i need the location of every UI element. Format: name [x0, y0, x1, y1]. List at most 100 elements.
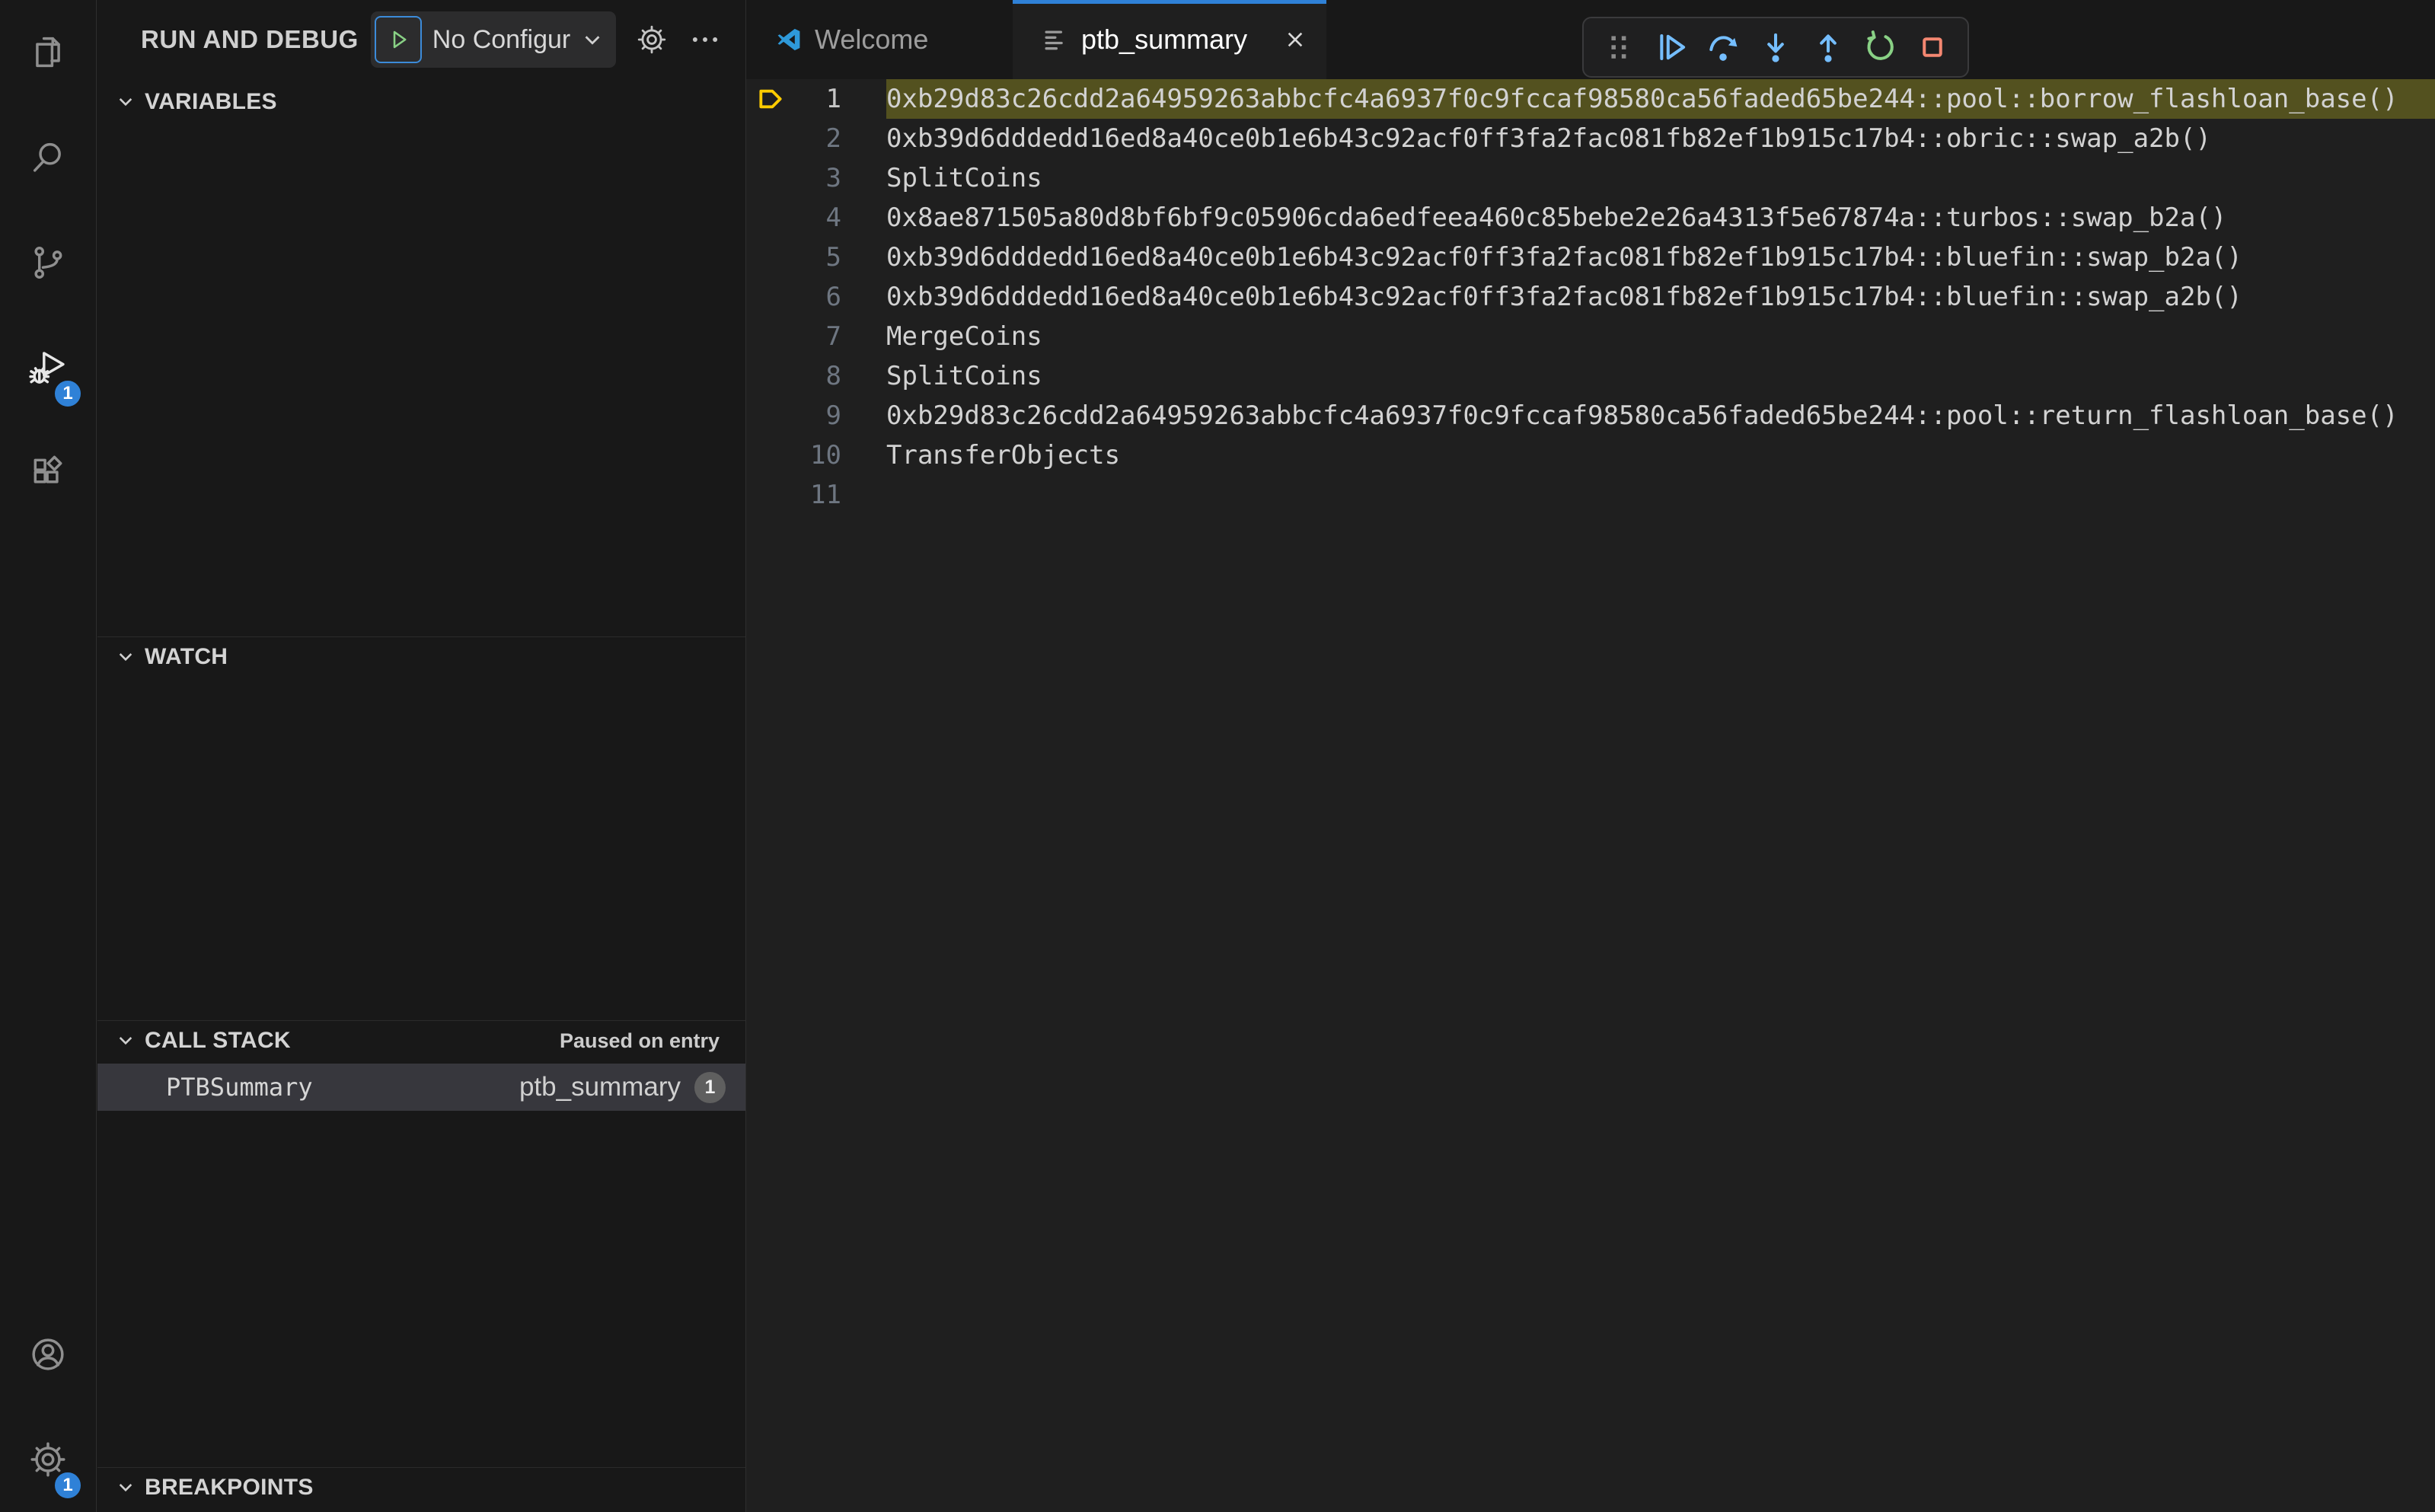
code-line-8[interactable]: 8 SplitCoins [746, 356, 2435, 396]
code-line-3[interactable]: 3 SplitCoins [746, 158, 2435, 198]
step-into-button[interactable] [1757, 29, 1794, 65]
code-line-1[interactable]: 1 0xb29d83c26cdd2a64959263abbcfc4a6937f0c… [746, 79, 2435, 119]
watch-pane: WATCH [97, 636, 745, 1020]
restart-button[interactable] [1862, 29, 1898, 65]
tab-welcome[interactable]: Welcome [746, 0, 1011, 79]
activity-bar-top: 1 [0, 0, 96, 525]
start-debugging-button[interactable] [374, 16, 422, 63]
sidebar-item-source-control[interactable] [0, 210, 96, 315]
code-line-6[interactable]: 6 0xb39d6dddedd16ed8a40ce0b1e6b43c92acf0f… [746, 277, 2435, 317]
code-line-text: SplitCoins [886, 361, 1042, 391]
variables-pane-header[interactable]: VARIABLES [97, 82, 745, 122]
file-list-icon [1045, 30, 1063, 50]
breakpoints-pane: BREAKPOINTS [97, 1467, 745, 1512]
sidebar-item-explorer[interactable] [0, 0, 96, 105]
play-icon [385, 27, 411, 53]
ellipsis-icon [689, 24, 721, 56]
debug-settings-button[interactable] [634, 21, 669, 58]
line-number: 11 [810, 480, 841, 510]
manage-button[interactable]: 1 [0, 1407, 96, 1512]
code-line-text: 0xb29d83c26cdd2a64959263abbcfc4a6937f0c9… [886, 400, 2398, 431]
line-number: 4 [825, 203, 841, 233]
sidebar-item-extensions[interactable] [0, 420, 96, 525]
code-line-text: TransferObjects [886, 440, 1121, 471]
code-line-9[interactable]: 9 0xb29d83c26cdd2a64959263abbcfc4a6937f0c… [746, 396, 2435, 435]
sidebar-item-run-and-debug[interactable]: 1 [0, 315, 96, 420]
code-line-text: 0xb39d6dddedd16ed8a40ce0b1e6b43c92acf0ff… [886, 123, 2211, 154]
call-stack-pane-header[interactable]: CALL STACK Paused on entry [97, 1021, 745, 1061]
activity-bar: 1 1 [0, 0, 97, 1512]
chevron-down-icon[interactable] [581, 28, 604, 51]
sidebar-title: RUN AND DEBUG [141, 25, 359, 53]
restart-icon [1862, 30, 1897, 65]
sidebar-item-search[interactable] [0, 105, 96, 210]
call-stack-pane-label: CALL STACK [145, 1028, 291, 1053]
chevron-down-icon [119, 1484, 132, 1492]
code-line-2[interactable]: 2 0xb39d6dddedd16ed8a40ce0b1e6b43c92acf0f… [746, 119, 2435, 158]
stack-frame-row[interactable]: PTBSummary ptb_summary 1 [97, 1064, 745, 1111]
step-over-button[interactable] [1705, 29, 1741, 65]
source-control-icon [28, 243, 68, 282]
code-line-text: 0x8ae871505a80d8bf6bf9c05906cda6edfeea46… [886, 203, 2227, 233]
chevron-down-icon [119, 653, 132, 662]
line-number: 6 [825, 282, 841, 312]
line-number: 9 [825, 400, 841, 431]
tab-label: Welcome [815, 24, 929, 55]
step-over-icon [1706, 30, 1741, 65]
step-into-icon [1758, 30, 1793, 65]
tab-ptb-summary[interactable]: ptb_summary [1013, 0, 1326, 79]
toolbar-drag-handle[interactable] [1600, 29, 1637, 65]
code-line-text: 0xb39d6dddedd16ed8a40ce0b1e6b43c92acf0ff… [886, 282, 2242, 312]
configuration-dropdown[interactable]: No Configur [432, 25, 570, 55]
debug-sidebar: RUN AND DEBUG No Configur VARIABLES WATC… [97, 0, 745, 1512]
gripper-icon [1601, 30, 1636, 65]
line-number: 7 [825, 321, 841, 352]
search-icon [28, 138, 68, 177]
code-line-text [886, 475, 2435, 515]
continue-icon [1654, 30, 1689, 65]
stop-button[interactable] [1914, 29, 1951, 65]
sidebar-header: RUN AND DEBUG No Configur [97, 0, 745, 79]
line-number: 5 [825, 242, 841, 273]
watch-pane-label: WATCH [145, 644, 228, 669]
breakpoints-pane-header[interactable]: BREAKPOINTS [97, 1468, 745, 1507]
manage-badge: 1 [53, 1471, 82, 1500]
stack-frame-badge: 1 [694, 1071, 726, 1103]
debug-badge: 1 [53, 379, 82, 408]
code-line-text: SplitCoins [886, 163, 1042, 193]
code-line-5[interactable]: 5 0xb39d6dddedd16ed8a40ce0b1e6b43c92acf0f… [746, 238, 2435, 277]
account-icon [28, 1335, 68, 1374]
stack-frame-source: ptb_summary [519, 1072, 681, 1102]
continue-button[interactable] [1653, 29, 1690, 65]
vscode-logo-icon [777, 28, 800, 51]
step-out-icon [1811, 30, 1846, 65]
line-number: 2 [825, 123, 841, 154]
code-line-7[interactable]: 7 MergeCoins [746, 317, 2435, 356]
accounts-button[interactable] [0, 1302, 96, 1407]
close-icon[interactable] [1282, 27, 1308, 53]
activity-bar-bottom: 1 [0, 1302, 96, 1512]
line-number: 1 [825, 84, 841, 114]
call-stack-status: Paused on entry [559, 1029, 720, 1052]
line-number: 3 [825, 163, 841, 193]
tab-label: ptb_summary [1081, 24, 1248, 55]
code-line-4[interactable]: 4 0x8ae871505a80d8bf6bf9c05906cda6edfeea4… [746, 198, 2435, 238]
step-out-button[interactable] [1810, 29, 1846, 65]
line-number: 10 [810, 440, 841, 471]
chevron-down-icon [119, 1037, 132, 1045]
breakpoints-pane-label: BREAKPOINTS [145, 1475, 314, 1500]
files-icon [28, 33, 68, 72]
stop-icon [1915, 30, 1950, 65]
code-line-10[interactable]: 10 TransferObjects [746, 435, 2435, 475]
stack-frame-name: PTBSummary [166, 1073, 313, 1102]
call-stack-pane: CALL STACK Paused on entry PTBSummary pt… [97, 1020, 745, 1467]
editor-area: Welcome ptb_summary 1 0xb29d83c26cdd2a649… [745, 0, 2435, 1512]
debug-toolbar [1582, 17, 1969, 78]
variables-pane: VARIABLES [97, 82, 745, 636]
extensions-icon [28, 453, 68, 493]
gear-icon [636, 24, 668, 56]
code-line-text: MergeCoins [886, 321, 1042, 352]
more-actions-button[interactable] [688, 21, 723, 58]
code-line-11[interactable]: 11 [746, 475, 2435, 515]
watch-pane-header[interactable]: WATCH [97, 637, 745, 677]
